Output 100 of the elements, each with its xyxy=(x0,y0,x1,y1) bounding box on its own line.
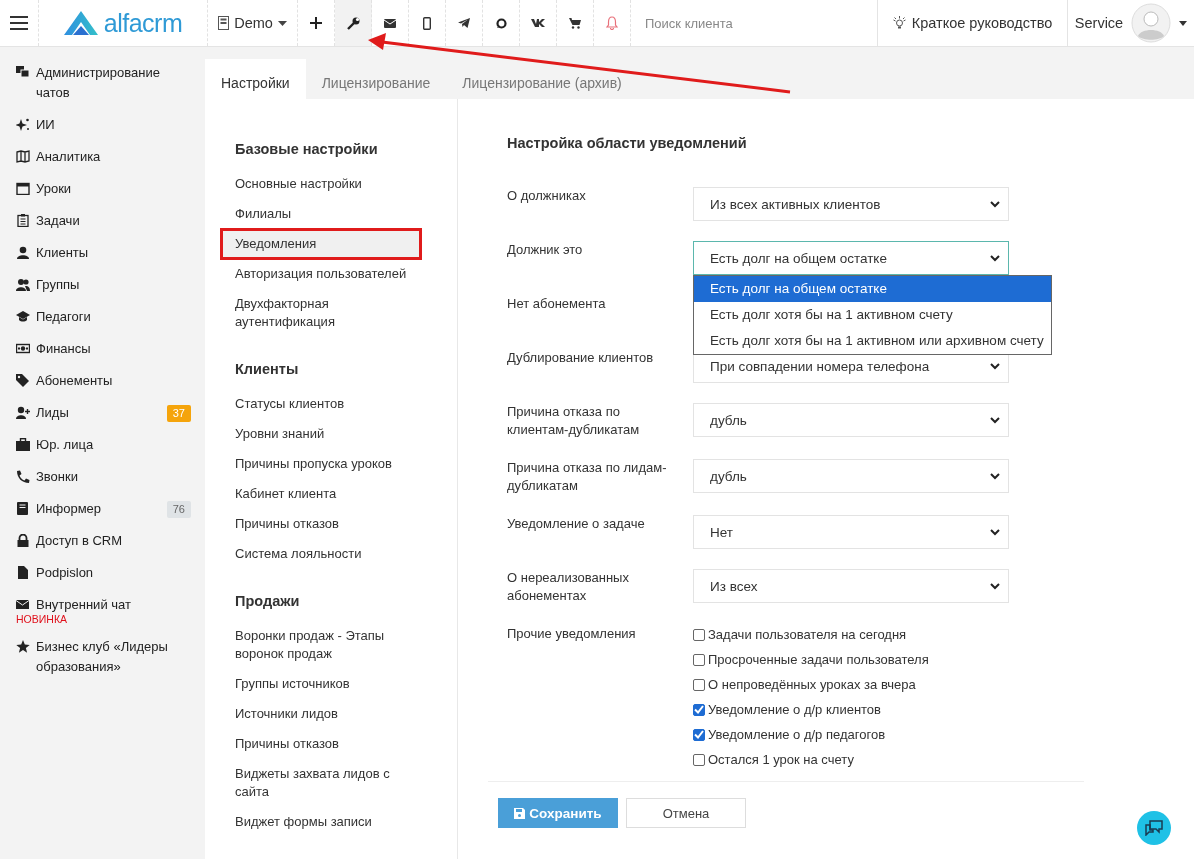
user-name[interactable]: Service xyxy=(1074,15,1124,31)
form-title: Настройка области уведомлений xyxy=(506,135,748,151)
sidebar-item[interactable]: Лиды xyxy=(36,403,167,423)
select-field[interactable]: дубль xyxy=(693,459,1009,493)
device-icon[interactable] xyxy=(218,16,230,30)
chevron-down-icon[interactable] xyxy=(990,254,1000,262)
menu-icon[interactable] xyxy=(10,16,28,30)
settings-link[interactable]: Филиалы xyxy=(221,199,421,229)
money-icon[interactable] xyxy=(16,342,30,355)
checkbox-label[interactable]: О непроведённых уроках за вчера xyxy=(708,677,916,692)
settings-link[interactable]: Уведомления xyxy=(221,229,421,259)
graduation-cap-icon[interactable] xyxy=(16,310,30,323)
sidebar-item[interactable]: ИИ xyxy=(36,115,191,135)
settings-link[interactable]: Источники лидов xyxy=(221,699,421,729)
checkbox[interactable] xyxy=(693,753,705,766)
settings-link[interactable]: Авторизация пользователей xyxy=(221,259,421,289)
chevron-down-icon[interactable] xyxy=(990,472,1000,480)
user-icon[interactable] xyxy=(16,246,30,259)
chevron-down-icon[interactable] xyxy=(990,582,1000,590)
sidebar-item[interactable]: Уроки xyxy=(36,179,191,199)
clipboard-icon[interactable] xyxy=(16,214,30,227)
select-field[interactable]: Есть долг на общем остатке xyxy=(693,241,1009,275)
settings-link[interactable]: Причины отказов xyxy=(221,509,421,539)
briefcase-icon[interactable] xyxy=(16,438,30,451)
checkbox-label[interactable]: Остался 1 урок на счету xyxy=(708,752,854,767)
sidebar-item[interactable]: Группы xyxy=(36,275,191,295)
sidebar-item[interactable]: Юр. лица xyxy=(36,435,191,455)
checkbox-label[interactable]: Задачи пользователя на сегодня xyxy=(708,627,907,642)
settings-link[interactable]: Воронки продаж - Этапы воронок продаж xyxy=(221,621,421,669)
logo-icon xyxy=(63,11,98,35)
users-icon[interactable] xyxy=(16,278,30,291)
tab[interactable]: Настройки xyxy=(205,59,306,99)
chevron-down-icon[interactable] xyxy=(990,362,1000,370)
settings-link[interactable]: Виджеты захвата лидов с сайта xyxy=(221,759,421,807)
checkbox[interactable] xyxy=(693,628,705,641)
calendar-icon[interactable] xyxy=(16,182,30,195)
book-icon[interactable] xyxy=(16,502,30,515)
lock-icon[interactable] xyxy=(16,534,30,547)
sidebar-item[interactable]: Педагоги xyxy=(36,307,191,327)
sidebar-item[interactable]: Аналитика xyxy=(36,147,191,167)
cancel-button[interactable]: Отмена xyxy=(626,798,746,828)
settings-link[interactable]: Статусы клиентов xyxy=(221,389,421,419)
sidebar-item[interactable]: Бизнес клуб «Лидеры образования» xyxy=(36,637,186,677)
chat-bubbles-icon[interactable] xyxy=(1145,820,1163,836)
sparkle-icon[interactable] xyxy=(16,118,30,131)
chevron-down-icon[interactable] xyxy=(990,528,1000,536)
sidebar-item[interactable]: Podpislon xyxy=(36,563,191,583)
chat-icon[interactable] xyxy=(16,66,30,79)
tab[interactable]: Лицензирование (архив) xyxy=(446,59,638,99)
tag-icon[interactable] xyxy=(16,374,30,387)
settings-link[interactable]: Группы источников xyxy=(221,669,421,699)
map-icon[interactable] xyxy=(16,150,30,163)
checkbox-label[interactable]: Уведомление о д/р педагогов xyxy=(708,727,886,742)
sidebar-item[interactable]: Администрирование чатов xyxy=(36,63,191,103)
sidebar-item[interactable]: Информер xyxy=(36,499,167,519)
sidebar-item[interactable]: Задачи xyxy=(36,211,191,231)
settings-link[interactable]: Уровни знаний xyxy=(221,419,421,449)
settings-link[interactable]: Система лояльности xyxy=(221,539,421,569)
user-plus-icon[interactable] xyxy=(16,406,30,419)
checkbox-label[interactable]: Уведомление о д/р клиентов xyxy=(708,702,881,717)
sidebar-item[interactable]: Абонементы xyxy=(36,371,191,391)
count-badge: 37 xyxy=(166,405,191,422)
checkbox[interactable] xyxy=(693,728,705,741)
caret-icon[interactable] xyxy=(1179,20,1188,26)
lightbulb-icon[interactable] xyxy=(892,16,906,30)
settings-link[interactable]: Основные настройки xyxy=(221,169,421,199)
sidebar-item[interactable]: Финансы xyxy=(36,339,191,359)
wrench-icon[interactable] xyxy=(335,0,372,46)
section-title: Базовые настройки xyxy=(234,141,379,157)
dropdown-option[interactable]: Есть долг хотя бы на 1 активном счету xyxy=(694,302,1051,328)
settings-link[interactable]: Причины отказов xyxy=(221,729,421,759)
chevron-down-icon[interactable] xyxy=(990,200,1000,208)
chevron-down-icon[interactable] xyxy=(990,416,1000,424)
settings-link[interactable]: Двухфакторная аутентификация xyxy=(221,289,421,337)
file-icon[interactable] xyxy=(16,566,30,579)
section-title: Продажи xyxy=(234,593,301,609)
select-field[interactable]: Нет xyxy=(693,515,1009,549)
mail-icon[interactable] xyxy=(16,598,30,611)
checkbox[interactable] xyxy=(693,703,705,716)
select-field[interactable]: дубль xyxy=(693,403,1009,437)
settings-link[interactable]: Кабинет клиента xyxy=(221,479,421,509)
settings-link[interactable]: Причины пропуска уроков xyxy=(221,449,421,479)
checkbox[interactable] xyxy=(693,678,705,691)
star-icon[interactable] xyxy=(16,640,30,653)
field-label: О должниках xyxy=(507,187,587,205)
settings-link[interactable]: Виджет формы записи xyxy=(221,807,421,837)
caret-icon[interactable] xyxy=(277,20,287,26)
field-label: Нет абонемента xyxy=(507,295,607,313)
select-field[interactable]: Из всех активных клиентов xyxy=(693,187,1009,221)
dropdown-option[interactable]: Есть долг на общем остатке xyxy=(694,276,1051,302)
checkbox[interactable] xyxy=(693,653,705,666)
field-label: Дублирование клиентов xyxy=(507,349,655,367)
sidebar-item[interactable]: Звонки xyxy=(36,467,191,487)
sidebar-item[interactable]: Клиенты xyxy=(36,243,191,263)
phone-icon[interactable] xyxy=(16,470,30,483)
sidebar-item[interactable]: Внутренний чат xyxy=(36,595,191,615)
select-field[interactable]: Из всех xyxy=(693,569,1009,603)
tab[interactable]: Лицензирование xyxy=(305,59,447,99)
checkbox-label[interactable]: Просроченные задачи пользователя xyxy=(708,652,929,667)
sidebar-item[interactable]: Доступ в CRM xyxy=(36,531,191,551)
